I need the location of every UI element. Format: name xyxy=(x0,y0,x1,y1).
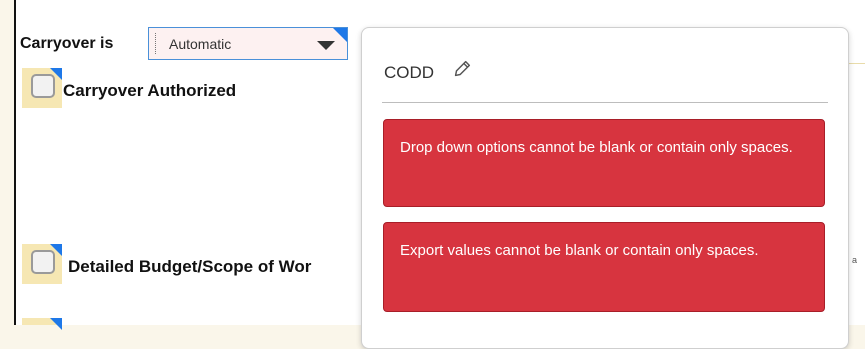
error-message-blank-export-values: Export values cannot be blank or contain… xyxy=(383,222,825,312)
popup-title: CODD xyxy=(384,63,435,82)
pencil-icon[interactable] xyxy=(451,58,473,80)
field-corner-marker xyxy=(50,68,62,80)
partial-checkbox-wrapper xyxy=(22,318,62,330)
detailed-budget-label: Detailed Budget/Scope of Wor xyxy=(68,257,312,276)
dropdown-arrow-icon[interactable] xyxy=(317,41,335,50)
popup-divider xyxy=(382,102,828,103)
field-corner-marker xyxy=(333,28,347,42)
error-text: Export values cannot be blank or contain… xyxy=(400,242,759,259)
field-properties-popup: CODD Drop down options cannot be blank o… xyxy=(361,27,849,349)
carryover-dropdown-value: Automatic xyxy=(169,36,232,52)
carryover-authorized-label: Carryover Authorized xyxy=(63,81,237,100)
carryover-dropdown[interactable]: Automatic xyxy=(148,27,348,60)
carryover-authorized-checkbox-wrapper xyxy=(22,68,62,108)
field-corner-marker xyxy=(50,318,62,330)
field-corner-marker xyxy=(50,244,62,256)
error-text: Drop down options cannot be blank or con… xyxy=(400,139,793,156)
dropdown-handle xyxy=(155,33,156,54)
edge-text: a xyxy=(852,255,858,265)
detailed-budget-checkbox-wrapper xyxy=(22,244,62,284)
carryover-label: Carryover is xyxy=(20,35,114,52)
error-message-blank-options: Drop down options cannot be blank or con… xyxy=(383,119,825,207)
